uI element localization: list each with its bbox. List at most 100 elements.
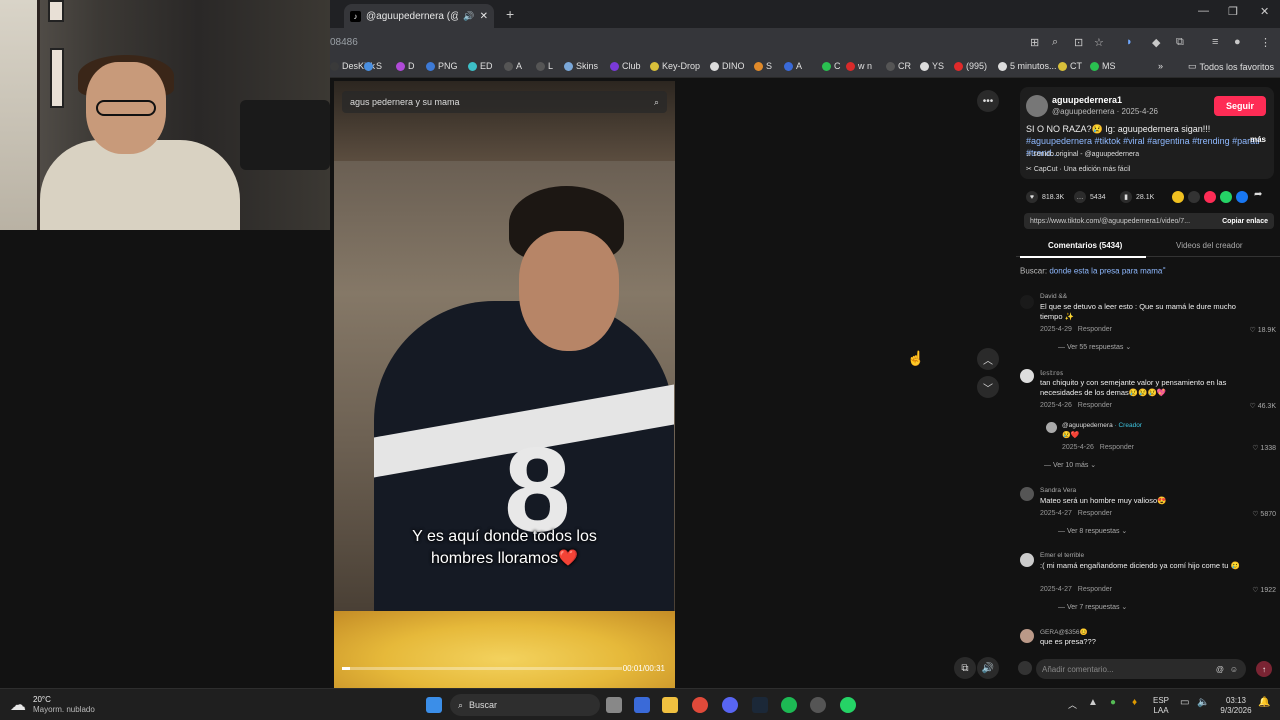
speaker-icon[interactable]: 🔈 xyxy=(1197,697,1209,708)
bookmark-item[interactable]: w n xyxy=(846,61,872,71)
avatar[interactable] xyxy=(1046,422,1057,433)
share-icon[interactable] xyxy=(1172,191,1184,203)
tray-app-icon[interactable]: ▲ xyxy=(1088,697,1098,708)
view-more-replies-button[interactable]: — Ver 10 más ⌄ xyxy=(1044,461,1096,469)
forward-share-icon[interactable]: ➦ xyxy=(1254,189,1262,200)
close-tab-icon[interactable]: ✕ xyxy=(480,11,488,22)
bookmark-item[interactable]: L xyxy=(536,61,553,71)
menu-kebab-icon[interactable]: ⋮ xyxy=(1260,36,1271,49)
previous-video-button[interactable]: ︿ xyxy=(977,348,999,370)
pip-button[interactable]: ⧉ xyxy=(954,657,976,679)
avatar[interactable] xyxy=(1026,95,1048,117)
mention-icon[interactable]: @ xyxy=(1216,665,1224,674)
bookmarks-overflow-button[interactable]: » xyxy=(1158,61,1163,71)
embed-icon[interactable] xyxy=(1188,191,1200,203)
bookmark-item[interactable]: A xyxy=(504,61,522,71)
speaker-icon[interactable]: 🔊 xyxy=(463,11,474,22)
install-icon[interactable]: ⊡ xyxy=(1074,36,1083,49)
more-button[interactable]: más xyxy=(1250,135,1266,144)
store-icon[interactable] xyxy=(634,697,650,713)
reply-button[interactable]: Responder xyxy=(1078,326,1112,333)
comment-likes[interactable]: ♡ 1922 xyxy=(1252,586,1276,594)
new-tab-button[interactable]: + xyxy=(506,6,514,22)
video-search-box[interactable]: agus pedernera y su mama ⌕ xyxy=(342,91,667,113)
tab-comments[interactable]: Comentarios (5434) xyxy=(1048,241,1122,250)
taskbar-search[interactable]: ⌕ Buscar xyxy=(450,694,600,716)
bookmark-item[interactable]: DINO xyxy=(710,61,745,71)
bookmark-item[interactable]: ED xyxy=(468,61,493,71)
bookmark-star-icon[interactable]: ☆ xyxy=(1094,36,1104,49)
media-control-icon[interactable]: ≡ xyxy=(1212,36,1218,48)
emoji-icon[interactable]: ☺ xyxy=(1230,665,1238,674)
reply-button[interactable]: Responder xyxy=(1078,586,1112,593)
weather-desc[interactable]: Mayorm. nublado xyxy=(33,705,95,714)
comment-likes[interactable]: ♡ 1338 xyxy=(1252,444,1276,452)
url-field[interactable]: 08486 xyxy=(330,37,358,48)
extension-icon[interactable]: ◗ xyxy=(1126,36,1133,48)
bookmark-item[interactable]: YS xyxy=(920,61,944,71)
comment-likes[interactable]: ♡ 18.9K xyxy=(1249,326,1276,334)
bookmark-item[interactable]: CT xyxy=(1058,61,1082,71)
whatsapp-icon[interactable] xyxy=(1220,191,1232,203)
tab-creator-videos[interactable]: Videos del creador xyxy=(1176,241,1243,250)
follow-button[interactable]: Seguir xyxy=(1214,96,1266,116)
bookmark-item[interactable]: PNG xyxy=(426,61,458,71)
language-indicator[interactable]: ESP LAA xyxy=(1150,696,1172,716)
zoom-icon[interactable]: ⌕ xyxy=(1052,36,1058,49)
volume-button[interactable]: 🔊 xyxy=(977,657,999,679)
profile-icon[interactable]: ● xyxy=(1234,36,1241,48)
send-comment-button[interactable]: ↑ xyxy=(1256,661,1272,677)
chrome-icon[interactable] xyxy=(692,697,708,713)
video-progress-bar[interactable] xyxy=(342,667,622,670)
whatsapp-icon[interactable] xyxy=(840,697,856,713)
bookmark-item[interactable]: Key-Drop xyxy=(650,61,700,71)
tray-app-icon[interactable]: ● xyxy=(1110,697,1116,708)
facebook-icon[interactable] xyxy=(1236,191,1248,203)
extensions-puzzle-icon[interactable]: ⧉ xyxy=(1176,36,1184,49)
bookmark-item[interactable]: MS xyxy=(1090,61,1116,71)
network-icon[interactable]: ▭ xyxy=(1180,697,1189,708)
bookmark-item[interactable]: Club xyxy=(610,61,641,71)
comment-stat[interactable]: … 5434 xyxy=(1074,191,1106,203)
post-username[interactable]: aguupedernera1 xyxy=(1052,95,1122,105)
clock[interactable]: 03:13 9/3/2026 xyxy=(1216,696,1256,716)
minimize-button[interactable]: — xyxy=(1198,5,1209,17)
close-window-button[interactable]: ✕ xyxy=(1260,5,1269,18)
bookmark-item[interactable]: CR xyxy=(886,61,911,71)
discord-icon[interactable] xyxy=(722,697,738,713)
tray-mic-icon[interactable]: ♦ xyxy=(1132,697,1137,708)
bookmark-item[interactable]: 5 minutos... xyxy=(998,61,1057,71)
comment-input[interactable]: Añadir comentario... @ ☺ xyxy=(1036,659,1246,679)
comment-author[interactable]: 𝕝𝕖𝕤𝕥𝕣𝕠𝕤 xyxy=(1040,369,1063,377)
comment-author[interactable]: Sandra Vera xyxy=(1040,487,1076,494)
comment-author[interactable]: David && xyxy=(1040,293,1067,300)
bookmark-item[interactable]: S xyxy=(754,61,772,71)
video-player[interactable]: 8 agus pedernera y su mama ⌕ Y es aquí d… xyxy=(334,81,675,688)
weather-icon[interactable]: ☁ xyxy=(10,695,26,715)
bookmark-item[interactable]: (995) xyxy=(954,61,987,71)
maximize-button[interactable]: ❐ xyxy=(1228,5,1238,18)
comment-likes[interactable]: ♡ 5870 xyxy=(1252,510,1276,518)
view-replies-button[interactable]: — Ver 7 respuestas ⌄ xyxy=(1058,603,1127,611)
reply-button[interactable]: Responder xyxy=(1078,510,1112,517)
comment-likes[interactable]: ♡ 46.3K xyxy=(1249,402,1276,410)
sound-link[interactable]: ♫ sonido original - @aguupedernera xyxy=(1026,151,1139,158)
reply-button[interactable]: Responder xyxy=(1100,444,1134,451)
bookmark-item[interactable]: Skins xyxy=(564,61,598,71)
capcut-link[interactable]: ✂ CapCut · Una edición más fácil xyxy=(1026,165,1130,173)
app-icon[interactable] xyxy=(810,697,826,713)
start-windows-icon[interactable] xyxy=(426,697,442,713)
more-options-button[interactable]: ••• xyxy=(977,90,999,112)
bookmark-item[interactable]: C xyxy=(822,61,841,71)
browser-tab[interactable]: ♪ @aguupedernera (@aguup 🔊 ✕ xyxy=(344,4,494,28)
comment-author[interactable]: Emer el terrible xyxy=(1040,552,1084,559)
weather-temp[interactable]: 20°C xyxy=(33,695,51,704)
chevron-up-icon[interactable]: ︿ xyxy=(1068,698,1077,711)
bookmark-item[interactable]: S xyxy=(364,61,382,71)
file-explorer-icon[interactable] xyxy=(662,697,678,713)
send-icon[interactable] xyxy=(1204,191,1216,203)
steam-icon[interactable] xyxy=(752,697,768,713)
post-link[interactable]: https://www.tiktok.com/@aguupedernera1/v… xyxy=(1030,218,1190,225)
view-replies-button[interactable]: — Ver 55 respuestas ⌄ xyxy=(1058,343,1131,351)
copy-link-button[interactable]: Copiar enlace xyxy=(1222,218,1268,225)
